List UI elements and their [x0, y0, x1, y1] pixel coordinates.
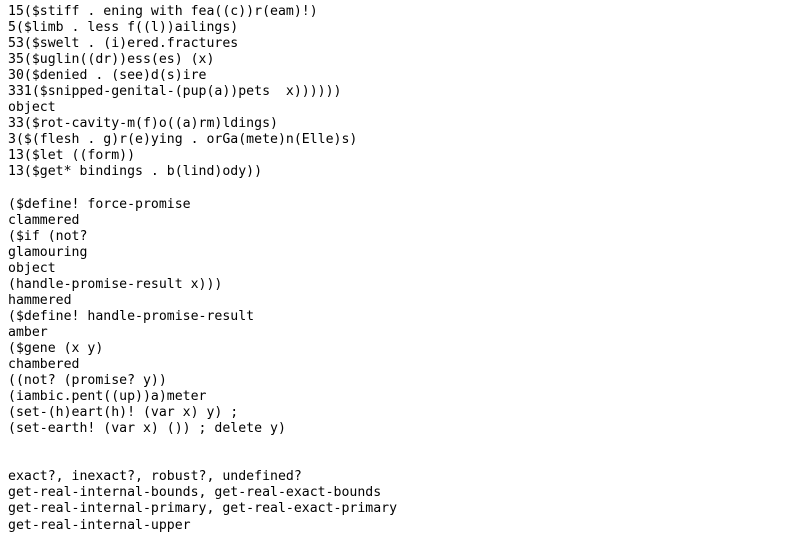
code-line: object [8, 260, 56, 276]
code-line: ($define! force-promise [8, 196, 191, 212]
code-line: 15($stiff . ening with fea((c))r(eam)!) [8, 4, 318, 19]
code-line: ($define! handle-promise-result [8, 308, 255, 324]
code-line: hammered [8, 292, 72, 308]
code-line: 53($swelt . (i)ered.fractures [8, 36, 239, 52]
code-line: 33($rot-cavity-m(f)o((a)rm)ldings) [8, 116, 278, 132]
code-line: 13($get* bindings . b(lind)ody)) [8, 164, 263, 180]
code-line: (set-earth! (var x) ()) ; delete y) [8, 421, 286, 437]
code-line: 5($limb . less f((l))ailings) [8, 20, 239, 36]
document-page: 15($stiff . ening with fea((c))r(eam)!) 5… [0, 0, 800, 533]
code-line: (set-(h)eart(h)! (var x) y) ; [8, 405, 239, 421]
code-line: 13($let ((form)) [8, 148, 136, 164]
code-line: object [8, 100, 56, 116]
code-line: chambered [8, 357, 80, 373]
code-line: 30($denied . (see)d(s)ire [8, 68, 207, 84]
code-line: get-real-internal-primary, get-real-exac… [8, 501, 398, 517]
code-line: ((not? (promise? y)) [8, 373, 167, 389]
code-line: (iambic.pent((up))a)meter [8, 389, 207, 405]
code-line: amber [8, 324, 48, 340]
code-line: get-real-internal-upper [8, 517, 191, 533]
code-line: 3($(flesh . g)r(e)ying . orGa(mete)n(Ell… [8, 132, 358, 148]
code-line: 35($uglin((dr))ess(es) (x) [8, 52, 215, 68]
code-line: get-real-internal-bounds, get-real-exact… [8, 485, 382, 501]
code-listing[interactable]: 15($stiff . ening with fea((c))r(eam)!) 5… [8, 4, 792, 533]
code-line: 331($snipped-genital-(pup(a))pets x)))))… [8, 84, 342, 100]
code-line: (handle-promise-result x))) [8, 276, 223, 292]
code-line: ($gene (x y) [8, 340, 104, 356]
code-line: ($if (not? [8, 228, 88, 244]
code-line: clammered [8, 212, 80, 228]
code-line: glamouring [8, 244, 88, 260]
code-line: exact?, inexact?, robust?, undefined? [8, 469, 302, 485]
